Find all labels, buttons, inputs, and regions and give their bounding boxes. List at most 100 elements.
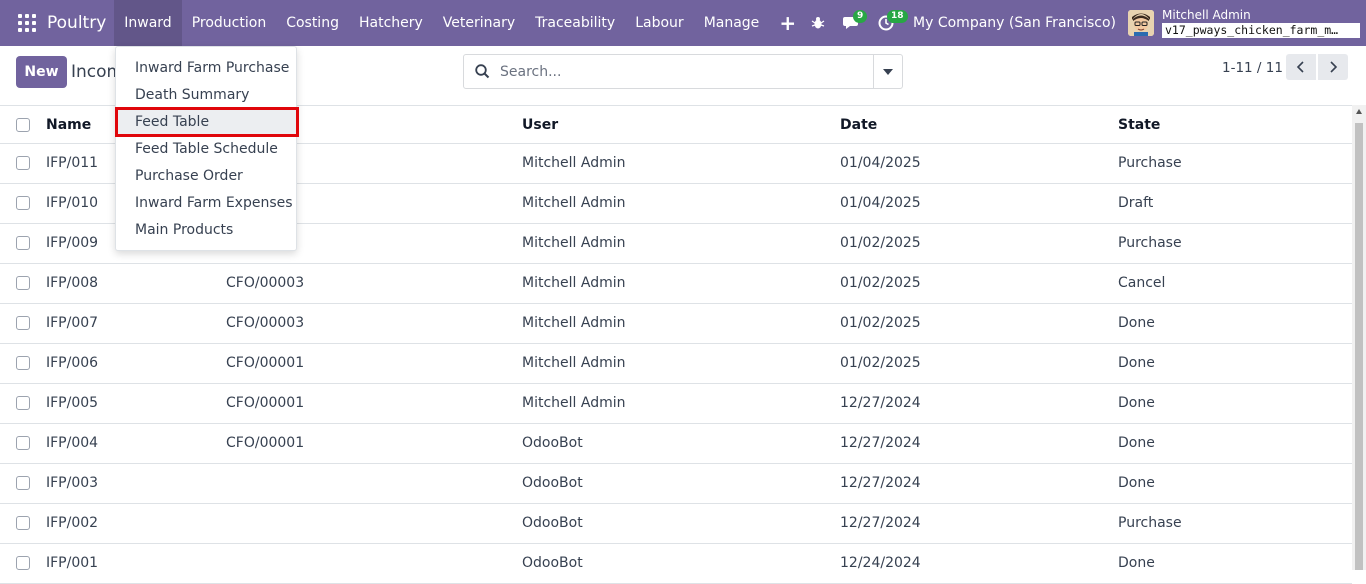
menu-item-main-products[interactable]: Main Products bbox=[116, 216, 296, 243]
table-row[interactable]: IFP/004 CFO/00001 OdooBot 12/27/2024 Done bbox=[0, 424, 1352, 464]
cell-date: 12/27/2024 bbox=[840, 435, 921, 451]
menu-manage[interactable]: Manage bbox=[694, 0, 770, 46]
cell-user: OdooBot bbox=[522, 555, 583, 571]
table-row[interactable]: IFP/001 OdooBot 12/24/2024 Done bbox=[0, 544, 1352, 584]
apps-grid-icon[interactable] bbox=[18, 14, 36, 32]
table-row[interactable]: IFP/002 OdooBot 12/27/2024 Purchase bbox=[0, 504, 1352, 544]
row-checkbox[interactable] bbox=[16, 516, 30, 530]
menu-production[interactable]: Production bbox=[182, 0, 276, 46]
chevron-right-icon bbox=[1330, 61, 1338, 73]
cell-date: 01/02/2025 bbox=[840, 315, 921, 331]
cell-date: 01/02/2025 bbox=[840, 355, 921, 371]
cell-date: 12/24/2024 bbox=[840, 555, 921, 571]
pager-value[interactable]: 1-11 / 11 bbox=[1222, 60, 1283, 76]
cell-reference: CFO/00003 bbox=[226, 275, 305, 291]
row-checkbox[interactable] bbox=[16, 396, 30, 410]
caret-down-icon bbox=[883, 68, 893, 75]
cell-user: OdooBot bbox=[522, 475, 583, 491]
table-row[interactable]: IFP/005 CFO/00001 Mitchell Admin 12/27/2024… bbox=[0, 384, 1352, 424]
search-input[interactable] bbox=[500, 63, 870, 80]
chat-count-badge: 9 bbox=[853, 10, 868, 23]
row-checkbox[interactable] bbox=[16, 436, 30, 450]
cell-user: Mitchell Admin bbox=[522, 315, 626, 331]
search-icon bbox=[475, 64, 490, 79]
user-menu[interactable]: Mitchell Admin v17_pways_chicken_farm_m… bbox=[1162, 8, 1360, 38]
select-all-checkbox[interactable] bbox=[16, 118, 30, 132]
user-avatar[interactable] bbox=[1128, 10, 1154, 36]
menu-item-purchase-order[interactable]: Purchase Order bbox=[116, 162, 296, 189]
cell-user: Mitchell Admin bbox=[522, 275, 626, 291]
cell-user: OdooBot bbox=[522, 515, 583, 531]
cell-date: 01/02/2025 bbox=[840, 235, 921, 251]
menu-item-inward-farm-expenses[interactable]: Inward Farm Expenses bbox=[116, 189, 296, 216]
cell-state: Done bbox=[1118, 315, 1155, 331]
scrollbar-thumb[interactable] bbox=[1355, 123, 1363, 570]
row-checkbox[interactable] bbox=[16, 356, 30, 370]
column-header-date[interactable]: Date bbox=[840, 117, 877, 133]
cell-state: Purchase bbox=[1118, 235, 1182, 251]
row-checkbox[interactable] bbox=[16, 276, 30, 290]
cell-date: 12/27/2024 bbox=[840, 515, 921, 531]
cell-date: 01/02/2025 bbox=[840, 275, 921, 291]
column-header-user[interactable]: User bbox=[522, 117, 558, 133]
pager-next-button[interactable] bbox=[1318, 54, 1348, 80]
cell-name: IFP/004 bbox=[46, 435, 99, 451]
menu-hatchery[interactable]: Hatchery bbox=[349, 0, 433, 46]
cell-state: Done bbox=[1118, 435, 1155, 451]
cell-name: IFP/006 bbox=[46, 355, 99, 371]
row-checkbox[interactable] bbox=[16, 196, 30, 210]
cell-state: Purchase bbox=[1118, 515, 1182, 531]
menu-item-inward-farm-purchase[interactable]: Inward Farm Purchase bbox=[116, 54, 296, 81]
database-name: v17_pways_chicken_farm_m… bbox=[1162, 22, 1360, 38]
pager-previous-button[interactable] bbox=[1286, 54, 1316, 80]
menu-inward[interactable]: Inward bbox=[114, 0, 182, 46]
menu-veterinary[interactable]: Veterinary bbox=[433, 0, 525, 46]
cell-date: 12/27/2024 bbox=[840, 475, 921, 491]
row-checkbox[interactable] bbox=[16, 316, 30, 330]
top-navbar: Poultry Inward Production Costing Hatche… bbox=[0, 0, 1366, 46]
row-checkbox[interactable] bbox=[16, 476, 30, 490]
cell-user: Mitchell Admin bbox=[522, 195, 626, 211]
cell-state: Cancel bbox=[1118, 275, 1166, 291]
activity-count-badge: 18 bbox=[887, 10, 908, 23]
column-header-state[interactable]: State bbox=[1118, 117, 1160, 133]
scroll-up-arrow-icon[interactable] bbox=[1356, 109, 1362, 114]
menu-labour[interactable]: Labour bbox=[625, 0, 693, 46]
chat-icon[interactable]: 9 bbox=[835, 0, 869, 46]
cell-date: 01/04/2025 bbox=[840, 195, 921, 211]
menu-item-feed-table[interactable]: Feed Table bbox=[116, 108, 296, 135]
row-checkbox[interactable] bbox=[16, 156, 30, 170]
cell-state: Done bbox=[1118, 475, 1155, 491]
cell-user: Mitchell Admin bbox=[522, 395, 626, 411]
cell-reference: CFO/00001 bbox=[226, 395, 305, 411]
cell-date: 01/04/2025 bbox=[840, 155, 921, 171]
row-checkbox[interactable] bbox=[16, 236, 30, 250]
vertical-scrollbar[interactable] bbox=[1352, 105, 1366, 570]
company-switcher[interactable]: My Company (San Francisco) bbox=[913, 15, 1116, 31]
cell-user: Mitchell Admin bbox=[522, 155, 626, 171]
search-options-toggle[interactable] bbox=[873, 55, 902, 88]
column-header-name[interactable]: Name bbox=[46, 117, 91, 133]
activity-clock-icon[interactable]: 18 bbox=[869, 0, 908, 46]
cell-reference: CFO/00001 bbox=[226, 355, 305, 371]
cell-name: IFP/001 bbox=[46, 555, 99, 571]
menu-item-feed-table-schedule[interactable]: Feed Table Schedule bbox=[116, 135, 296, 162]
cell-reference: CFO/00003 bbox=[226, 315, 305, 331]
table-row[interactable]: IFP/003 OdooBot 12/27/2024 Done bbox=[0, 464, 1352, 504]
row-checkbox[interactable] bbox=[16, 556, 30, 570]
table-row[interactable]: IFP/007 CFO/00003 Mitchell Admin 01/02/2025… bbox=[0, 304, 1352, 344]
bug-icon[interactable] bbox=[801, 0, 835, 46]
cell-state: Done bbox=[1118, 395, 1155, 411]
app-brand[interactable]: Poultry bbox=[47, 13, 106, 33]
menu-costing[interactable]: Costing bbox=[276, 0, 349, 46]
cell-date: 12/27/2024 bbox=[840, 395, 921, 411]
cell-name: IFP/007 bbox=[46, 315, 99, 331]
table-row[interactable]: IFP/008 CFO/00003 Mitchell Admin 01/02/2025… bbox=[0, 264, 1352, 304]
table-row[interactable]: IFP/006 CFO/00001 Mitchell Admin 01/02/2025… bbox=[0, 344, 1352, 384]
new-button[interactable]: New bbox=[16, 56, 67, 88]
menu-item-death-summary[interactable]: Death Summary bbox=[116, 81, 296, 108]
menu-traceability[interactable]: Traceability bbox=[525, 0, 625, 46]
cell-user: Mitchell Admin bbox=[522, 355, 626, 371]
cell-state: Done bbox=[1118, 355, 1155, 371]
cell-name: IFP/002 bbox=[46, 515, 99, 531]
